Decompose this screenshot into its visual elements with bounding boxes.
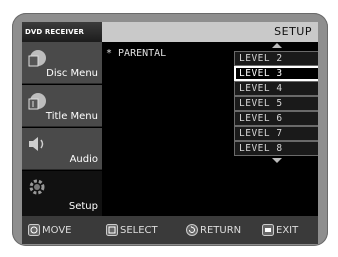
hint-exit-label: EXIT — [276, 224, 299, 236]
hint-move: MOVE — [28, 216, 71, 244]
option-level-6[interactable]: LEVEL 6 — [234, 111, 318, 126]
option-level-4[interactable]: LEVEL 4 — [234, 81, 318, 96]
hint-return: RETURN — [186, 216, 241, 244]
option-level-7[interactable]: LEVEL 7 — [234, 126, 318, 141]
scroll-up-icon[interactable] — [272, 43, 282, 48]
brand-label: DVD RECEIVER — [22, 22, 102, 42]
sidebar-item-title-menu[interactable]: Title Menu — [22, 85, 102, 127]
sidebar: Disc Menu Title Menu Audio Setup — [22, 42, 102, 216]
header-bar: DVD RECEIVER SETUP — [22, 22, 318, 42]
sidebar-item-audio[interactable]: Audio — [22, 128, 102, 170]
sidebar-item-label: Title Menu — [45, 111, 98, 122]
speaker-icon — [29, 137, 44, 151]
option-level-8[interactable]: LEVEL 8 — [234, 141, 318, 156]
option-level-5[interactable]: LEVEL 5 — [234, 96, 318, 111]
sidebar-item-label: Disc Menu — [46, 68, 98, 79]
sidebar-item-label: Audio — [69, 154, 98, 165]
sidebar-item-label: Setup — [68, 201, 98, 212]
sidebar-item-setup[interactable]: Setup — [22, 171, 102, 216]
scroll-down-icon[interactable] — [272, 158, 282, 163]
option-level-2[interactable]: LEVEL 2 — [234, 51, 318, 66]
option-level-3[interactable]: LEVEL 3 — [234, 66, 318, 81]
level-dropdown[interactable]: LEVEL 2 LEVEL 3 LEVEL 4 LEVEL 5 LEVEL 6 … — [234, 42, 318, 210]
setup-panel: * PARENTAL LEVEL 2 LEVEL 3 LEVEL 4 LEVEL… — [102, 42, 318, 216]
sidebar-item-disc-menu[interactable]: Disc Menu — [22, 42, 102, 84]
gear-icon — [29, 179, 45, 195]
hint-exit: EXIT — [262, 216, 298, 244]
select-icon — [106, 224, 118, 236]
osd-screen: DVD RECEIVER SETUP Disc Menu Title Menu … — [22, 22, 318, 244]
move-icon — [28, 224, 40, 236]
return-icon — [186, 224, 198, 236]
hint-select: SELECT — [106, 216, 158, 244]
parental-label: * PARENTAL — [106, 48, 167, 59]
disc-menu-icon — [28, 50, 46, 67]
hint-return-label: RETURN — [200, 224, 242, 236]
hint-select-label: SELECT — [120, 224, 158, 236]
exit-icon — [262, 224, 274, 236]
title-menu-icon — [28, 93, 46, 110]
page-title: SETUP — [274, 25, 312, 38]
hint-move-label: MOVE — [42, 224, 72, 236]
footer-hints: MOVE SELECT RETURN EXIT — [22, 216, 318, 244]
